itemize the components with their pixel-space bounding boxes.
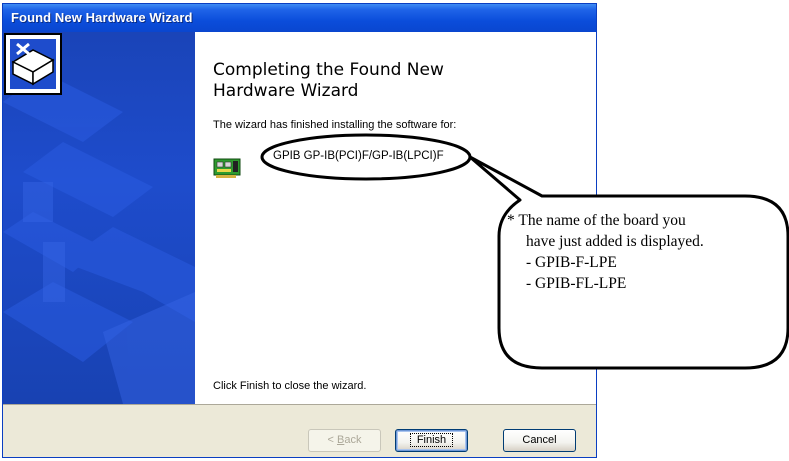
callout-note: * The name of the board you have just ad… bbox=[507, 210, 787, 294]
callout-line-1: * The name of the board you bbox=[507, 212, 686, 229]
callout-line-2: have just added is displayed. bbox=[526, 233, 704, 250]
device-highlight-ellipse bbox=[260, 133, 472, 181]
callout-line-3: - GPIB-F-LPE bbox=[526, 254, 617, 271]
callout-line-4: - GPIB-FL-LPE bbox=[526, 275, 627, 292]
